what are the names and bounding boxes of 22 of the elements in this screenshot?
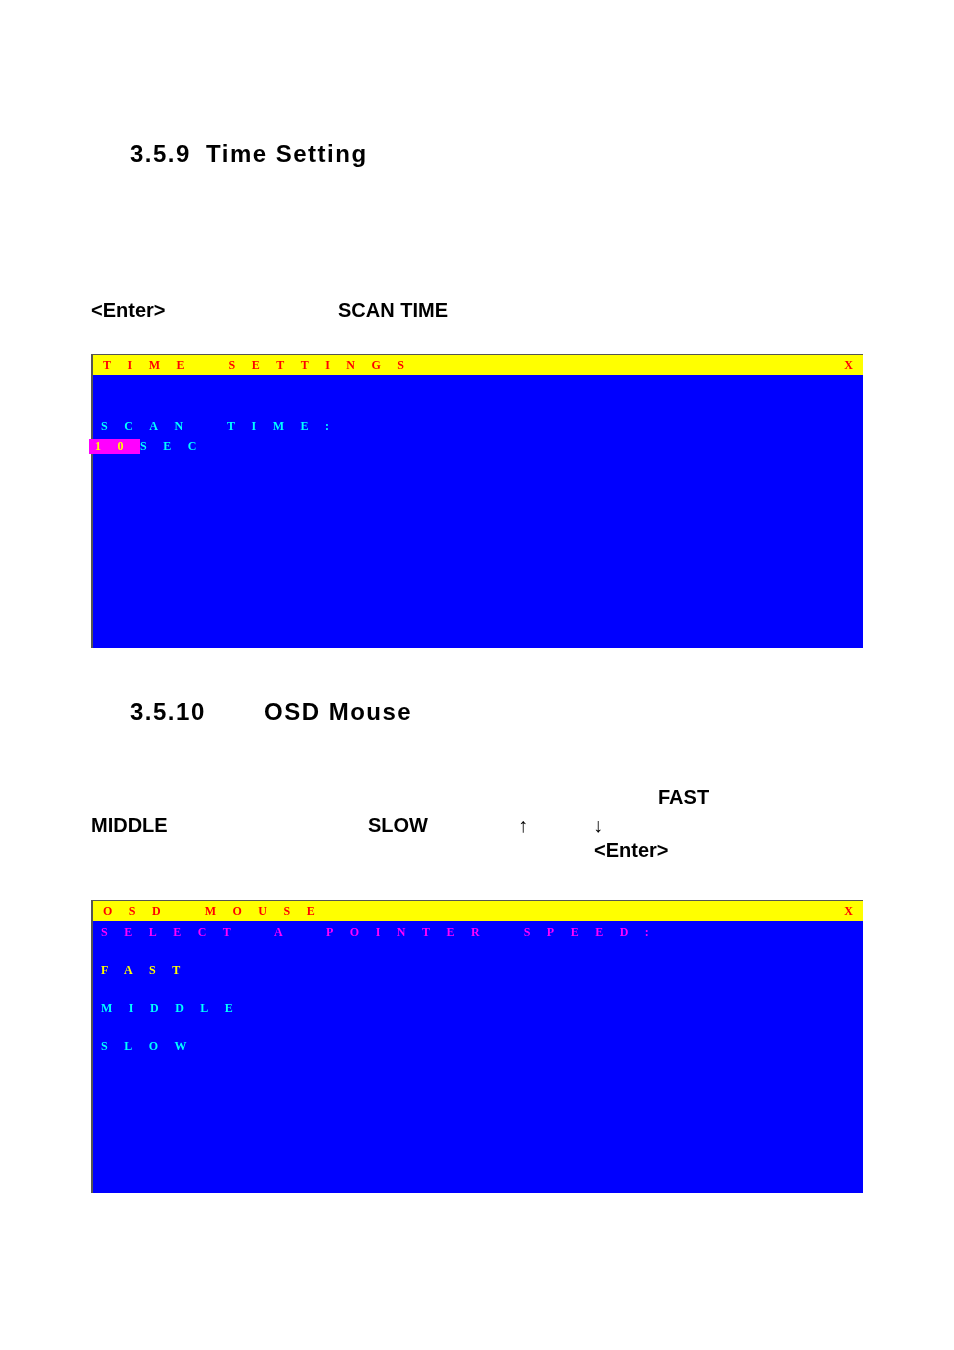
unit-text: SEC <box>140 438 213 454</box>
close-button[interactable]: X <box>844 357 853 373</box>
prompt-text: SCAN TIME: <box>101 418 346 434</box>
speed-option[interactable]: MIDDLE <box>101 1000 250 1016</box>
body-word: ↓ <box>593 814 603 837</box>
body-word: ↑ <box>518 814 528 837</box>
osd-title: OSD MOUSE <box>103 903 332 919</box>
prompt-text: SELECT A POINTER SPEED: <box>101 924 666 940</box>
body-word: SLOW <box>368 814 428 837</box>
section-title: Time Setting <box>206 140 368 168</box>
speed-option[interactable]: SLOW <box>101 1038 203 1054</box>
body-word: SCAN TIME <box>338 299 448 322</box>
section-title: OSD Mouse <box>264 698 413 726</box>
speed-option[interactable]: FAST <box>101 962 197 978</box>
body-word: <Enter> <box>594 839 669 862</box>
osd-title: TIME SETTINGS <box>103 357 421 373</box>
close-button[interactable]: X <box>844 903 853 919</box>
body-word: MIDDLE <box>91 814 168 837</box>
body-word: <Enter> <box>91 299 166 322</box>
section-number: 3.5.9 <box>130 140 192 168</box>
section-number: 3.5.10 <box>130 698 207 726</box>
body-word: FAST <box>658 786 710 809</box>
